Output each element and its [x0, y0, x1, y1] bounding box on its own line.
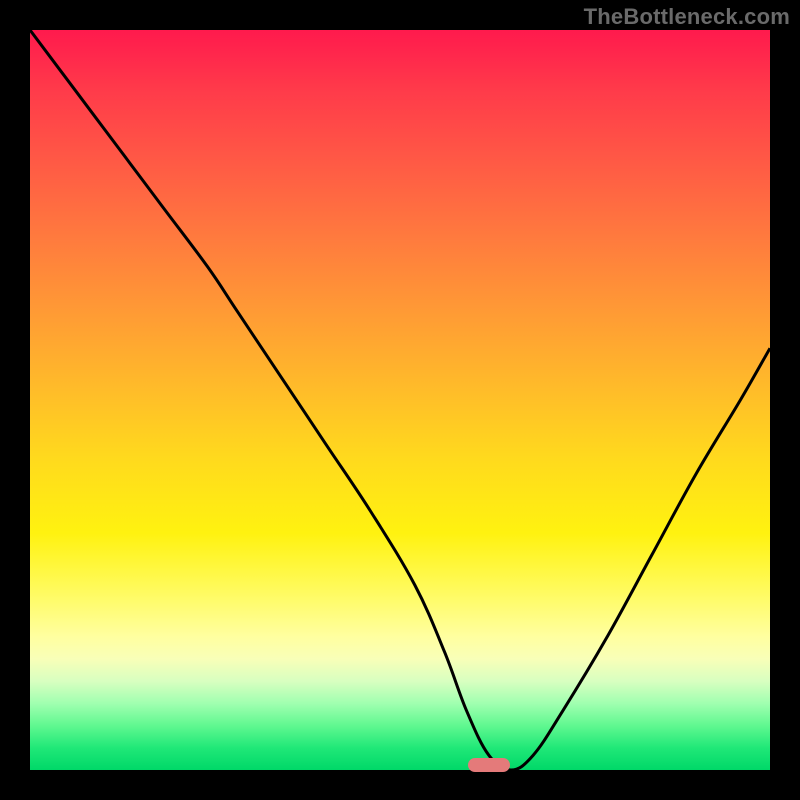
plot-area: [30, 30, 770, 770]
curve-svg: [30, 30, 770, 770]
chart-container: TheBottleneck.com: [0, 0, 800, 800]
bottleneck-curve: [30, 30, 770, 770]
optimum-marker: [468, 758, 510, 772]
watermark-text: TheBottleneck.com: [584, 4, 790, 30]
